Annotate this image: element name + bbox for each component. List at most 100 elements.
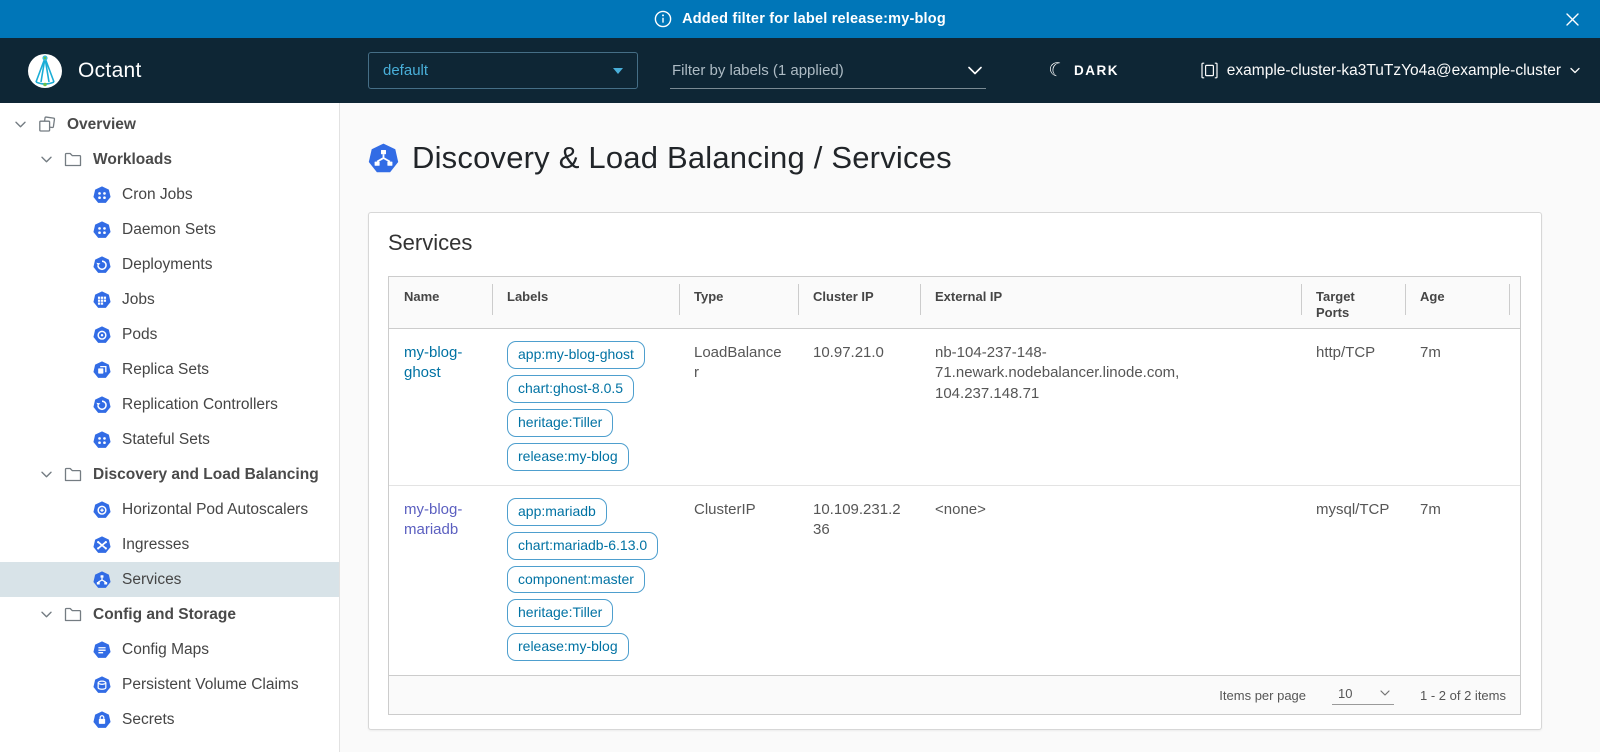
horizontal-pod-autoscalers-icon	[91, 501, 113, 519]
sidebar-item-replication-controllers[interactable]: Replication Controllers	[0, 387, 339, 422]
table-header-row: Name Labels Type Cluster IP External IP …	[389, 277, 1520, 329]
service-name-link[interactable]: my-blog-mariadb	[404, 501, 462, 538]
cluster-context-value: example-cluster-ka3TuTzYo4a@example-clus…	[1227, 62, 1561, 80]
caret-down-icon	[613, 68, 623, 74]
dark-mode-label: DARK	[1074, 63, 1119, 78]
label-tag[interactable]: component:master	[507, 566, 645, 594]
column-header-age[interactable]: Age	[1405, 277, 1520, 328]
sidebar-item-label: Persistent Volume Claims	[122, 676, 299, 694]
sidebar-item-label: Config Maps	[122, 641, 209, 659]
sidebar-item-label: Secrets	[122, 711, 175, 729]
sidebar-item-secrets[interactable]: Secrets	[0, 702, 339, 737]
label-filter-value: Filter by labels (1 applied)	[672, 62, 844, 79]
folder-icon	[62, 607, 84, 622]
sidebar-item-horizontal-pod-autoscalers[interactable]: Horizontal Pod Autoscalers	[0, 492, 339, 527]
sidebar-item-workloads[interactable]: Workloads	[0, 142, 339, 177]
label-tag[interactable]: chart:ghost-8.0.5	[507, 375, 634, 403]
column-header-name[interactable]: Name	[389, 277, 492, 328]
sidebar-item-pods[interactable]: Pods	[0, 317, 339, 352]
service-name-link[interactable]: my-blog-ghost	[404, 344, 462, 381]
sidebar-item-label: Pods	[122, 326, 157, 344]
main-content: Discovery & Load Balancing / Services Se…	[341, 103, 1600, 752]
brand: Octant	[26, 38, 142, 103]
items-per-page-label: Items per page	[1219, 688, 1306, 703]
stateful-sets-icon	[91, 431, 113, 449]
label-list: app:mariadb chart:mariadb-6.13.0 compone…	[507, 498, 664, 661]
label-tag[interactable]: release:my-blog	[507, 633, 629, 661]
notification-message-wrap: Added filter for label release:my-blog	[654, 10, 946, 28]
column-header-target-ports[interactable]: Target Ports	[1301, 277, 1405, 328]
chevron-down-icon[interactable]	[10, 121, 30, 128]
page-size-value: 10	[1338, 686, 1352, 701]
label-tag[interactable]: heritage:Tiller	[507, 409, 613, 437]
label-tag[interactable]: app:mariadb	[507, 498, 607, 526]
column-header-external-ip[interactable]: External IP	[920, 277, 1301, 328]
table-footer: Items per page 10 1 - 2 of 2 items	[389, 675, 1520, 714]
sidebar-item-stateful-sets[interactable]: Stateful Sets	[0, 422, 339, 457]
sidebar-item-replica-sets[interactable]: Replica Sets	[0, 352, 339, 387]
column-header-cluster-ip[interactable]: Cluster IP	[798, 277, 920, 328]
moon-icon: ☾	[1046, 59, 1067, 82]
chevron-down-icon[interactable]	[36, 156, 56, 163]
sidebar-item-discovery-and-load-balancing[interactable]: Discovery and Load Balancing	[0, 457, 339, 492]
label-tag[interactable]: chart:mariadb-6.13.0	[507, 532, 658, 560]
sidebar-item-deployments[interactable]: Deployments	[0, 247, 339, 282]
sidebar-item-label: Overview	[67, 116, 136, 134]
label-tag[interactable]: app:my-blog-ghost	[507, 341, 645, 369]
table-row: my-blog-ghost app:my-blog-ghost chart:gh…	[389, 329, 1520, 485]
ingresses-icon	[91, 536, 113, 554]
close-icon[interactable]	[1560, 7, 1584, 31]
secrets-icon	[91, 711, 113, 729]
sidebar-item-overview[interactable]: Overview	[0, 107, 339, 142]
sidebar-item-config-maps[interactable]: Config Maps	[0, 632, 339, 667]
sidebar-item-label: Deployments	[122, 256, 212, 274]
sidebar-item-label: Ingresses	[122, 536, 189, 554]
cluster-ip: 10.97.21.0	[798, 329, 920, 485]
namespace-select-value: default	[383, 62, 428, 79]
services-icon	[91, 571, 113, 589]
sidebar-item-jobs[interactable]: Jobs	[0, 282, 339, 317]
label-tag[interactable]: release:my-blog	[507, 443, 629, 471]
sidebar-item-ingresses[interactable]: Ingresses	[0, 527, 339, 562]
sidebar-item-persistent-volume-claims[interactable]: Persistent Volume Claims	[0, 667, 339, 702]
sidebar-item-daemon-sets[interactable]: Daemon Sets	[0, 212, 339, 247]
column-header-labels[interactable]: Labels	[492, 277, 679, 328]
external-ip: <none>	[920, 486, 1301, 675]
namespace-select[interactable]: default	[368, 52, 638, 89]
sidebar-nav: Overview Workloads Cron Jobs Daemon Sets…	[0, 103, 340, 752]
sidebar-item-label: Stateful Sets	[122, 431, 210, 449]
folder-icon	[62, 152, 84, 167]
chevron-down-icon[interactable]	[36, 611, 56, 618]
cluster-ip: 10.109.231.236	[798, 486, 920, 675]
sidebar-item-cron-jobs[interactable]: Cron Jobs	[0, 177, 339, 212]
page-size-select[interactable]: 10	[1332, 686, 1394, 705]
chevron-down-icon	[1570, 67, 1580, 74]
notification-bar: Added filter for label release:my-blog	[0, 0, 1600, 38]
column-header-type[interactable]: Type	[679, 277, 798, 328]
deployments-icon	[91, 256, 113, 274]
folder-icon	[62, 467, 84, 482]
label-list: app:my-blog-ghost chart:ghost-8.0.5 heri…	[507, 341, 664, 471]
chevron-down-icon[interactable]	[36, 471, 56, 478]
label-filter-select[interactable]: Filter by labels (1 applied)	[670, 52, 986, 89]
cluster-icon	[1201, 62, 1218, 79]
sidebar-item-label: Config and Storage	[93, 606, 236, 624]
service-type: ClusterIP	[679, 486, 798, 675]
sidebar-item-services[interactable]: Services	[0, 562, 339, 597]
page-title: Discovery & Load Balancing / Services	[368, 140, 1600, 176]
replica-sets-icon	[91, 361, 113, 379]
applications-icon	[36, 116, 58, 133]
cluster-context-selector[interactable]: example-cluster-ka3TuTzYo4a@example-clus…	[1201, 38, 1580, 103]
sidebar-item-label: Workloads	[93, 151, 172, 169]
sidebar-item-config-and-storage[interactable]: Config and Storage	[0, 597, 339, 632]
label-tag[interactable]: heritage:Tiller	[507, 599, 613, 627]
age: 7m	[1405, 329, 1520, 485]
octant-logo	[26, 52, 64, 90]
sidebar-item-label: Replica Sets	[122, 361, 209, 379]
age: 7m	[1405, 486, 1520, 675]
table-row: my-blog-mariadb app:mariadb chart:mariad…	[389, 485, 1520, 675]
chevron-down-icon	[968, 66, 982, 75]
jobs-icon	[91, 291, 113, 309]
daemon-sets-icon	[91, 221, 113, 239]
dark-mode-toggle[interactable]: ☾ DARK	[1048, 38, 1119, 103]
